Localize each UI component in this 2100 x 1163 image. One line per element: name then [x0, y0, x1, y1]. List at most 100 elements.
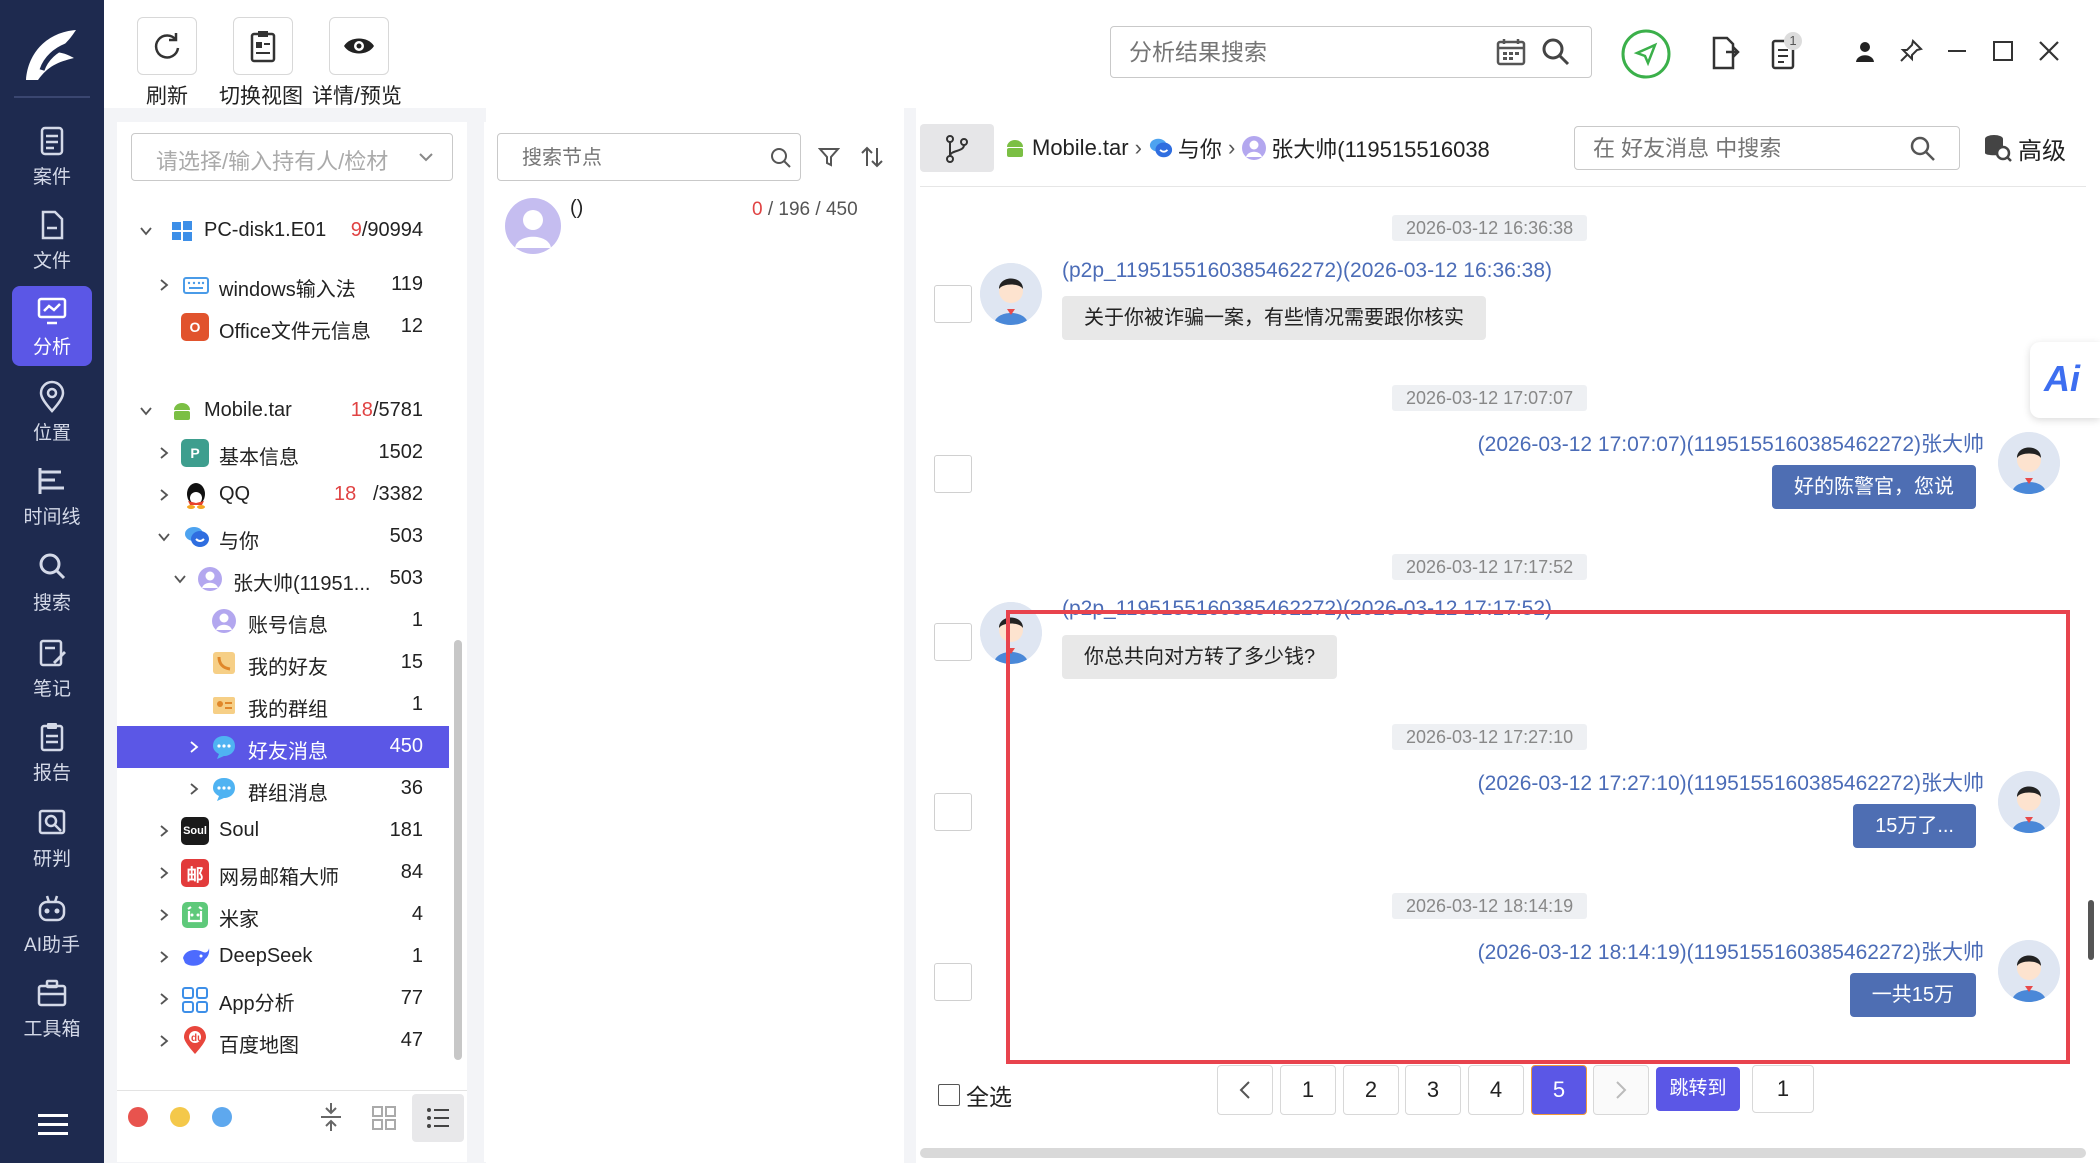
close-icon[interactable]	[2036, 38, 2062, 64]
nav-item-file[interactable]: 文件	[12, 200, 92, 280]
tree-item-account-info[interactable]: 账号信息 1	[117, 600, 449, 642]
grid-view-icon[interactable]	[372, 1106, 396, 1130]
breadcrumb-item-contact[interactable]: 张大帅(119515516038	[1271, 132, 1490, 164]
filter-icon[interactable]	[818, 146, 840, 168]
tree-item-pc-disk[interactable]: PC-disk1.E01 9/90994	[117, 210, 449, 252]
nav-item-note[interactable]: 笔记	[12, 628, 92, 708]
select-all-checkbox[interactable]	[938, 1084, 960, 1106]
message-checkbox[interactable]	[934, 623, 972, 661]
tree-item-qq[interactable]: QQ 18 /3382	[117, 474, 449, 516]
refresh-button[interactable]	[137, 17, 197, 75]
analysis-search-input[interactable]	[1127, 35, 1491, 69]
menu-icon[interactable]	[38, 1114, 68, 1136]
tree-item-zhang-dashuai[interactable]: 张大帅(11951... 503	[117, 558, 449, 600]
tree-item-netease-mail[interactable]: 邮 网易邮箱大师 84	[117, 852, 449, 894]
nav-item-case[interactable]: 案件	[12, 116, 92, 196]
tree-scrollbar[interactable]	[454, 640, 462, 1060]
sender-avatar[interactable]	[980, 263, 1042, 325]
window-resize-handle[interactable]	[2088, 900, 2094, 960]
page-button[interactable]: 2	[1343, 1065, 1399, 1115]
nav-item-timeline[interactable]: 时间线	[12, 456, 92, 536]
page-button[interactable]: 4	[1468, 1065, 1524, 1115]
page-button[interactable]: 1	[1280, 1065, 1336, 1115]
nav-item-location[interactable]: 位置	[12, 372, 92, 452]
tree-item-mobile-tar[interactable]: Mobile.tar 18/5781	[117, 390, 449, 432]
breadcrumb-item-yuni[interactable]: 与你	[1178, 132, 1222, 164]
switch-view-button[interactable]	[233, 17, 293, 75]
tree-item-group-messages[interactable]: 群组消息 36	[117, 768, 449, 810]
status-dot[interactable]	[128, 1107, 148, 1127]
tree-label: Mobile.tar	[204, 399, 292, 421]
tree-item-yuni[interactable]: 与你 503	[117, 516, 449, 558]
advanced-search-button[interactable]: 高级	[1982, 132, 2066, 165]
page-button[interactable]: 3	[1405, 1065, 1461, 1115]
chat-horizontal-scrollbar[interactable]	[920, 1148, 2086, 1158]
tree-item-friend-messages[interactable]: 好友消息 450	[117, 726, 449, 768]
chat-search-input[interactable]	[1591, 133, 1915, 165]
tree-label: Soul	[219, 819, 260, 841]
tree-item-basic-info[interactable]: P 基本信息 1502	[117, 432, 449, 474]
minimize-icon[interactable]	[1944, 38, 1970, 64]
node-search-input[interactable]	[520, 143, 764, 173]
details-preview-button[interactable]	[329, 17, 389, 75]
select-all[interactable]: 全选	[938, 1078, 1012, 1112]
chat-search-box[interactable]	[1574, 126, 1960, 170]
message-bubble[interactable]: 好的陈警官，您说	[1772, 465, 1976, 509]
tree-item-windows-ime[interactable]: windows输入法 119	[117, 264, 449, 306]
status-dot[interactable]	[212, 1107, 232, 1127]
sort-icon[interactable]	[860, 146, 884, 168]
breadcrumb: Mobile.tar › 与你 › 张大帅(119515516038	[1004, 132, 1490, 164]
branch-button[interactable]	[920, 124, 994, 172]
tree-label: 米家	[219, 909, 259, 931]
chevron-right-icon	[1616, 1081, 1627, 1099]
tree-item-my-groups[interactable]: 我的群组 1	[117, 684, 449, 726]
search-icon[interactable]	[1541, 37, 1571, 67]
message-checkbox[interactable]	[934, 285, 972, 323]
tree-item-mijia[interactable]: 米家 4	[117, 894, 449, 936]
page-button-current[interactable]: 5	[1531, 1065, 1587, 1115]
pin-status-icon[interactable]	[1620, 28, 1672, 80]
tree-item-soul[interactable]: Soul Soul 181	[117, 810, 449, 852]
pin-icon[interactable]	[1898, 38, 1924, 64]
collapse-all-icon[interactable]	[318, 1102, 344, 1132]
ai-float-button[interactable]: Ai	[2030, 342, 2100, 418]
breadcrumb-item-mobile[interactable]: Mobile.tar	[1032, 135, 1129, 161]
status-dots	[128, 1107, 232, 1127]
message-checkbox[interactable]	[934, 963, 972, 1001]
message-checkbox[interactable]	[934, 793, 972, 831]
nav-item-ai-assistant[interactable]: AI助手	[12, 884, 92, 964]
message-timestamp: 2026-03-12 17:07:07	[1392, 385, 1588, 411]
tree-item-deepseek[interactable]: DeepSeek 1	[117, 936, 449, 978]
nav-item-report[interactable]: 报告	[12, 712, 92, 792]
export-icon[interactable]	[1710, 36, 1740, 70]
holder-select[interactable]: 请选择/输入持有人/检材	[131, 133, 453, 181]
jump-to-button[interactable]: 跳转到	[1656, 1067, 1740, 1111]
tree-item-baidu-map[interactable]: du 百度地图 47	[117, 1020, 449, 1062]
message-checkbox[interactable]	[934, 455, 972, 493]
nav-item-toolbox[interactable]: 工具箱	[12, 968, 92, 1048]
calendar-icon[interactable]	[1496, 38, 1526, 66]
next-page-button[interactable]	[1593, 1065, 1649, 1115]
node-search-box[interactable]	[497, 133, 801, 181]
tree-item-my-friends[interactable]: 我的好友 15	[117, 642, 449, 684]
receiver-avatar[interactable]	[1998, 432, 2060, 494]
nav-item-judge[interactable]: 研判	[12, 798, 92, 878]
nav-item-search[interactable]: 搜索	[12, 542, 92, 622]
nav-item-analysis[interactable]: 分析	[12, 286, 92, 366]
message-bubble[interactable]: 关于你被诈骗一案，有些情况需要跟你核实	[1062, 296, 1486, 340]
analysis-search-box[interactable]	[1110, 26, 1592, 78]
jump-page-input[interactable]: 1	[1752, 1065, 1814, 1113]
search-icon[interactable]	[1909, 135, 1937, 163]
search-icon[interactable]	[770, 147, 792, 169]
status-dot[interactable]	[170, 1107, 190, 1127]
tree-item-app-analysis[interactable]: App分析 77	[117, 978, 449, 1020]
nav-label-case: 案件	[32, 166, 71, 188]
maximize-icon[interactable]	[1990, 38, 2016, 64]
node-avatar[interactable]	[505, 198, 561, 254]
tree-label: DeepSeek	[219, 945, 313, 967]
prev-page-button[interactable]	[1217, 1065, 1273, 1115]
node-name[interactable]: ()	[570, 197, 583, 220]
tree-item-office-meta[interactable]: O Office文件元信息 12	[117, 306, 449, 348]
list-view-button[interactable]	[412, 1094, 464, 1142]
user-icon[interactable]	[1852, 38, 1878, 64]
